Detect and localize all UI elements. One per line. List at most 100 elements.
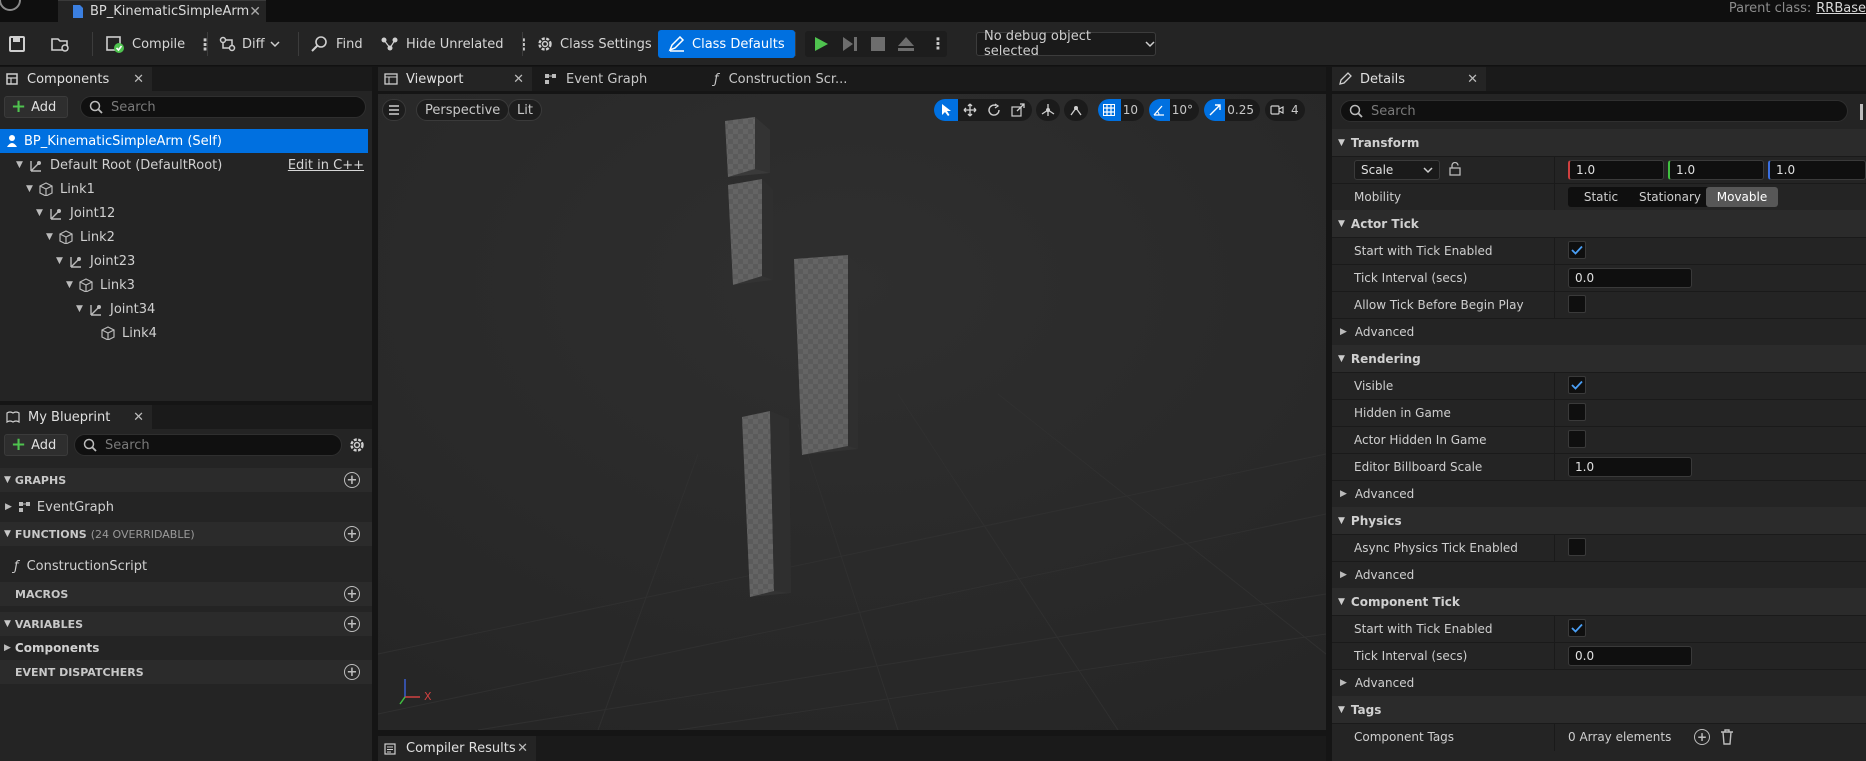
translate-tool-icon[interactable] <box>958 99 982 121</box>
tree-item-link3[interactable]: ▼ Link3 <box>0 273 370 297</box>
scale-z-input[interactable]: 1.0 <box>1768 160 1866 180</box>
expand-arrow-icon[interactable]: ▼ <box>36 208 46 218</box>
mobility-static-option[interactable]: Static <box>1568 187 1634 207</box>
close-icon[interactable]: ✕ <box>513 72 524 87</box>
comp-start-tick-checkbox[interactable] <box>1568 619 1586 637</box>
section-macros[interactable]: MACROS + <box>0 582 372 606</box>
start-tick-checkbox[interactable] <box>1568 241 1586 259</box>
trash-icon[interactable] <box>1720 729 1734 745</box>
details-search-input[interactable] <box>1371 103 1770 119</box>
lock-icon[interactable] <box>1448 162 1462 176</box>
component-tick-advanced[interactable]: ▶ Advanced <box>1332 669 1866 696</box>
category-rendering[interactable]: ▼ Rendering <box>1332 345 1866 372</box>
physics-advanced[interactable]: ▶ Advanced <box>1332 561 1866 588</box>
debug-object-select[interactable]: No debug object selected <box>976 29 1156 59</box>
eject-icon[interactable] <box>897 36 915 52</box>
rotate-tool-icon[interactable] <box>982 99 1006 121</box>
add-element-icon[interactable]: + <box>1694 729 1710 745</box>
add-component-button[interactable]: + Add <box>4 96 68 118</box>
comp-tick-interval-input[interactable]: 0.0 <box>1568 646 1692 666</box>
grid-snap-icon[interactable] <box>1098 99 1121 121</box>
tree-item-joint12[interactable]: ▼ Joint12 <box>0 201 370 225</box>
details-search[interactable] <box>1340 100 1848 122</box>
hide-unrelated-button[interactable]: Hide Unrelated ⋮ <box>380 30 532 58</box>
expand-arrow-icon[interactable]: ▼ <box>56 256 66 266</box>
my-blueprint-search[interactable] <box>74 434 342 456</box>
category-component-tick[interactable]: ▼ Component Tick <box>1332 588 1866 615</box>
perspective-button[interactable]: Perspective <box>416 99 510 121</box>
actor-tick-advanced[interactable]: ▶ Advanced <box>1332 318 1866 345</box>
category-transform[interactable]: ▼ Transform <box>1332 129 1866 156</box>
save-button[interactable] <box>8 30 26 58</box>
expand-arrow-icon[interactable]: ▼ <box>46 232 56 242</box>
rotation-snap-control[interactable]: 10° <box>1149 99 1199 121</box>
tab-compiler-results[interactable]: Compiler Results ✕ <box>378 736 536 761</box>
world-local-toggle[interactable] <box>1036 99 1060 121</box>
tick-interval-input[interactable]: 0.0 <box>1568 268 1692 288</box>
rendering-advanced[interactable]: ▶ Advanced <box>1332 480 1866 507</box>
tree-item-joint34[interactable]: ▼ Joint34 <box>0 297 370 321</box>
diff-button[interactable]: Diff <box>218 30 280 58</box>
close-icon[interactable]: ✕ <box>133 410 144 425</box>
category-actor-tick[interactable]: ▼ Actor Tick <box>1332 210 1866 237</box>
document-tab[interactable]: BP_KinematicSimpleArm ✕ <box>58 0 266 22</box>
surface-snap-toggle[interactable] <box>1064 99 1088 121</box>
scale-tool-icon[interactable] <box>1006 99 1030 121</box>
scale-x-input[interactable]: 1.0 <box>1568 160 1664 180</box>
graph-item-eventgraph[interactable]: ▶ EventGraph <box>0 495 114 519</box>
actor-hidden-checkbox[interactable] <box>1568 430 1586 448</box>
component-root-row[interactable]: ▼ Default Root (DefaultRoot) Edit in C++ <box>0 153 370 177</box>
section-graphs[interactable]: ▼ GRAPHS + <box>0 468 372 492</box>
camera-speed-control[interactable]: 4 <box>1265 99 1305 121</box>
component-self-row[interactable]: BP_KinematicSimpleArm (Self) <box>0 129 368 153</box>
visible-checkbox[interactable] <box>1568 376 1586 394</box>
mobility-stationary-option[interactable]: Stationary <box>1634 187 1706 207</box>
expand-arrow-icon[interactable]: ▼ <box>26 184 36 194</box>
my-blueprint-search-input[interactable] <box>105 437 312 453</box>
class-defaults-button[interactable]: Class Defaults <box>658 30 795 58</box>
components-search[interactable] <box>80 96 366 118</box>
select-tool-icon[interactable] <box>934 99 958 121</box>
link4-mesh[interactable] <box>742 411 791 597</box>
tab-construction-script[interactable]: ƒ Construction Scr... <box>698 67 848 91</box>
components-search-input[interactable] <box>111 99 332 115</box>
tab-components[interactable]: Components ✕ <box>0 67 152 91</box>
category-physics[interactable]: ▼ Physics <box>1332 507 1866 534</box>
add-macro-icon[interactable]: + <box>344 586 360 602</box>
viewport-canvas[interactable]: X Perspective Lit 10 10° 0.25 4 <box>378 94 1326 730</box>
billboard-scale-input[interactable]: 1.0 <box>1568 457 1692 477</box>
expand-arrow-icon[interactable]: ▶ <box>4 643 11 653</box>
grid-snap-control[interactable]: 10 <box>1098 99 1144 121</box>
close-icon[interactable]: ✕ <box>517 741 528 756</box>
play-icon[interactable] <box>813 36 829 52</box>
rotation-snap-icon[interactable] <box>1149 99 1170 121</box>
tab-viewport[interactable]: Viewport ✕ <box>378 67 532 91</box>
hide-unrelated-options-icon[interactable]: ⋮ <box>516 35 532 54</box>
section-variables[interactable]: ▼ VARIABLES + <box>0 612 372 636</box>
close-tab-icon[interactable]: ✕ <box>249 4 261 20</box>
tab-event-graph[interactable]: Event Graph <box>538 67 688 91</box>
expand-arrow-icon[interactable]: ▼ <box>76 304 86 314</box>
scale-snap-icon[interactable] <box>1204 99 1226 121</box>
stop-icon[interactable] <box>871 37 885 51</box>
play-options-icon[interactable]: ⋮ <box>930 34 946 53</box>
scale-snap-control[interactable]: 0.25 <box>1204 99 1260 121</box>
close-icon[interactable]: ✕ <box>133 72 144 87</box>
unreal-logo-icon[interactable] <box>0 0 24 16</box>
add-function-icon[interactable]: + <box>344 526 360 542</box>
async-physics-checkbox[interactable] <box>1568 538 1586 556</box>
add-event-dispatcher-icon[interactable]: + <box>344 664 360 680</box>
link2-mesh[interactable] <box>728 179 773 285</box>
compile-options-icon[interactable]: ⋮ <box>197 35 213 54</box>
expand-arrow-icon[interactable]: ▼ <box>66 280 76 290</box>
scale-y-input[interactable]: 1.0 <box>1668 160 1764 180</box>
add-variable-icon[interactable]: + <box>344 616 360 632</box>
gear-icon[interactable] <box>348 436 366 454</box>
step-icon[interactable] <box>842 36 858 52</box>
tab-details[interactable]: Details ✕ <box>1332 67 1486 91</box>
camera-icon[interactable] <box>1265 99 1289 121</box>
edit-in-cpp-link[interactable]: Edit in C++ <box>288 158 364 173</box>
add-graph-icon[interactable]: + <box>344 472 360 488</box>
add-blueprint-item-button[interactable]: + Add <box>4 434 68 456</box>
close-icon[interactable]: ✕ <box>1467 72 1478 87</box>
